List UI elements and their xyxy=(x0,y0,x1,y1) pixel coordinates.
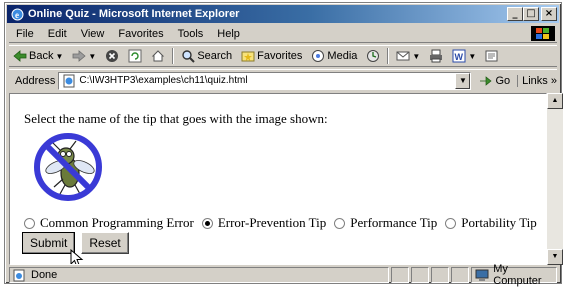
word-edit-icon: W xyxy=(451,49,466,64)
address-input[interactable]: C:\IW3HTP3\examples\ch11\quiz.html ▼ xyxy=(58,71,472,90)
option-error-prevention-tip[interactable]: Error-Prevention Tip xyxy=(201,215,327,231)
discuss-button[interactable] xyxy=(481,49,502,64)
vertical-scrollbar[interactable]: ▲ ▼ xyxy=(547,93,563,265)
forward-arrow-icon xyxy=(71,49,86,64)
favorites-label: Favorites xyxy=(257,50,303,62)
menu-bar: File Edit View Favorites Tools Help xyxy=(9,25,557,43)
go-button[interactable]: Go xyxy=(474,73,514,88)
standard-toolbar: Back ▼ ▼ Search Favorites Media ▼ W ▼ xyxy=(9,45,557,67)
media-label: Media xyxy=(327,50,358,62)
option-label: Common Programming Error xyxy=(40,215,194,230)
status-cell xyxy=(451,267,469,283)
address-bar: Address C:\IW3HTP3\examples\ch11\quiz.ht… xyxy=(9,69,557,91)
history-button[interactable] xyxy=(362,49,383,64)
submit-button[interactable]: Submit xyxy=(22,232,76,254)
radio-performance-tip[interactable] xyxy=(334,217,346,229)
status-bar: Done My Computer xyxy=(9,263,557,287)
page-icon xyxy=(62,74,76,88)
title-bar[interactable]: e Online Quiz - Microsoft Internet Explo… xyxy=(7,5,559,23)
zone-label: My Computer xyxy=(493,263,542,287)
stop-button[interactable] xyxy=(101,49,122,64)
menu-help[interactable]: Help xyxy=(210,28,247,40)
bug-no-sign-image xyxy=(34,133,102,201)
forward-button[interactable]: ▼ xyxy=(68,49,99,64)
quiz-prompt: Select the name of the tip that goes wit… xyxy=(24,111,328,126)
refresh-icon xyxy=(127,49,142,64)
status-cell xyxy=(411,267,429,283)
print-button[interactable] xyxy=(425,49,446,64)
chevron-down-icon[interactable]: ▼ xyxy=(412,52,420,61)
back-label: Back xyxy=(29,50,54,62)
address-label: Address xyxy=(15,74,56,87)
refresh-button[interactable] xyxy=(124,49,145,64)
favorites-icon xyxy=(240,49,255,64)
back-button[interactable]: Back ▼ xyxy=(9,49,66,64)
status-panel: Done xyxy=(9,267,389,283)
minimize-button[interactable]: _ xyxy=(507,7,523,21)
scroll-up-icon[interactable]: ▲ xyxy=(547,93,563,109)
svg-text:W: W xyxy=(454,52,463,62)
menu-tools[interactable]: Tools xyxy=(171,28,211,40)
option-label: Portability Tip xyxy=(461,215,537,230)
reset-button[interactable]: Reset xyxy=(81,232,129,254)
maximize-button[interactable]: □ xyxy=(523,7,539,21)
address-url: C:\IW3HTP3\examples\ch11\quiz.html xyxy=(79,75,248,86)
page-content: Select the name of the tip that goes wit… xyxy=(9,93,547,265)
status-text: Done xyxy=(31,269,58,281)
svg-text:e: e xyxy=(15,10,19,20)
search-icon xyxy=(180,49,195,64)
home-button[interactable] xyxy=(147,49,168,64)
option-common-programming-error[interactable]: Common Programming Error xyxy=(24,215,194,231)
go-label: Go xyxy=(495,74,511,87)
media-icon xyxy=(310,49,325,64)
links-button[interactable]: Links » xyxy=(517,74,557,87)
chevron-down-icon[interactable]: ▼ xyxy=(55,52,63,61)
option-performance-tip[interactable]: Performance Tip xyxy=(334,215,437,231)
security-zone: My Computer xyxy=(471,263,557,287)
back-arrow-icon xyxy=(12,49,27,64)
radio-common-programming-error[interactable] xyxy=(24,217,35,229)
option-label: Error-Prevention Tip xyxy=(217,215,327,230)
go-arrow-icon xyxy=(478,73,493,88)
edit-button[interactable]: W ▼ xyxy=(448,49,479,64)
discuss-icon xyxy=(484,49,499,64)
links-label: Links xyxy=(522,74,548,87)
history-icon xyxy=(365,49,380,64)
my-computer-icon xyxy=(475,268,489,283)
chevron-down-icon[interactable]: ▼ xyxy=(88,52,96,61)
mail-button[interactable]: ▼ xyxy=(392,49,423,64)
status-cell xyxy=(431,267,449,283)
option-portability-tip[interactable]: Portability Tip xyxy=(445,215,537,231)
window-title: Online Quiz - Microsoft Internet Explore… xyxy=(28,8,240,20)
media-button[interactable]: Media xyxy=(307,49,360,64)
menu-view[interactable]: View xyxy=(74,28,112,40)
close-button[interactable]: × xyxy=(541,7,557,21)
mail-icon xyxy=(395,49,410,64)
search-label: Search xyxy=(197,50,233,62)
mouse-pointer-icon xyxy=(70,249,84,264)
browser-window: e Online Quiz - Microsoft Internet Explo… xyxy=(4,2,563,287)
address-dropdown-icon[interactable]: ▼ xyxy=(455,72,471,89)
menu-edit[interactable]: Edit xyxy=(41,28,74,40)
menu-file[interactable]: File xyxy=(9,28,41,40)
windows-logo-icon xyxy=(531,26,555,41)
home-icon xyxy=(150,49,165,64)
option-label: Performance Tip xyxy=(350,215,438,230)
search-button[interactable]: Search xyxy=(177,49,235,64)
status-cell xyxy=(391,267,409,283)
favorites-button[interactable]: Favorites xyxy=(237,49,305,64)
chevron-down-icon[interactable]: ▼ xyxy=(468,52,476,61)
menu-favorites[interactable]: Favorites xyxy=(111,28,170,40)
ie-icon: e xyxy=(10,7,24,21)
radio-portability-tip[interactable] xyxy=(445,217,457,229)
print-icon xyxy=(428,49,443,64)
stop-icon xyxy=(104,49,119,64)
radio-error-prevention-tip[interactable] xyxy=(201,217,213,229)
tip-options: Common Programming Error Error-Preventio… xyxy=(24,215,545,231)
page-done-icon xyxy=(12,268,27,283)
